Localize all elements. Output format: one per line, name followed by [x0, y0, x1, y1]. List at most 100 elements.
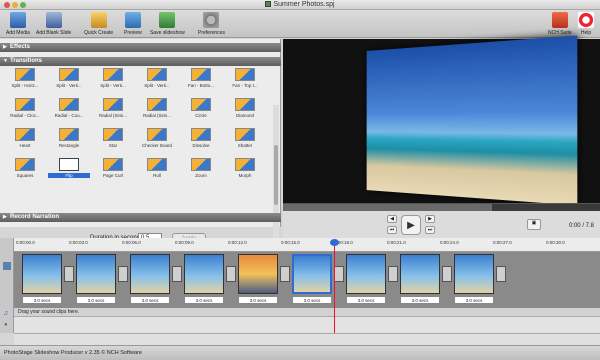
add-blank-slide-button[interactable]: Add Blank Slide	[36, 12, 71, 36]
slide-duration[interactable]: 3.0 secs	[454, 296, 494, 304]
transition-item[interactable]: Split - Horiz...	[4, 68, 46, 92]
play-button[interactable]: ▶	[401, 215, 421, 235]
transition-item[interactable]: Heart	[4, 128, 46, 152]
transition-item[interactable]: Split - Verti...	[92, 68, 134, 92]
record-narration-header[interactable]: ▶ Record Narration	[0, 213, 281, 222]
transition-item[interactable]: Zoom	[180, 158, 222, 182]
slide-thumbnail[interactable]	[346, 254, 386, 294]
nch-suite-button[interactable]: NCH Suite	[548, 12, 572, 36]
transition-item[interactable]: Circle	[180, 98, 222, 122]
transition-item[interactable]: Fan - Botto...	[180, 68, 222, 92]
transitions-scrollbar[interactable]	[273, 105, 279, 243]
transition-item[interactable]: Radial (Simi...	[92, 98, 134, 122]
transition-marker[interactable]	[64, 266, 74, 282]
ruler-tick-label: 0:00:15.0	[281, 240, 300, 245]
effects-header[interactable]: ▶ Effects	[0, 43, 281, 52]
slide-duration[interactable]: 3.0 secs	[22, 296, 62, 304]
narration-track-icon: ●	[4, 322, 8, 328]
slide-thumbnail[interactable]	[292, 254, 332, 294]
snapshot-button[interactable]: ▣	[527, 219, 541, 230]
transition-thumbnail	[191, 158, 211, 171]
timeline-scrollbar[interactable]	[14, 333, 600, 345]
prev-button[interactable]: ◀	[387, 215, 397, 223]
transitions-header[interactable]: ▼ Transitions	[0, 57, 281, 66]
transition-marker[interactable]	[172, 266, 182, 282]
ruler-tick-label: 0:00:06.0	[122, 240, 141, 245]
transition-label: Split - Horiz...	[11, 83, 39, 88]
transition-marker[interactable]	[118, 266, 128, 282]
preview-progress-bar[interactable]	[283, 203, 600, 211]
transition-label: Fan - Top t...	[232, 83, 258, 88]
transition-marker[interactable]	[388, 266, 398, 282]
timeline-playhead[interactable]	[334, 241, 335, 333]
transition-item[interactable]: Radial - Cloc...	[4, 98, 46, 122]
transition-marker[interactable]	[226, 266, 236, 282]
transition-thumbnail	[147, 98, 167, 111]
help-button[interactable]: Help	[578, 12, 594, 36]
scroll-thumb[interactable]	[274, 145, 278, 205]
transition-item[interactable]: Diamond	[224, 98, 266, 122]
slide-thumbnail[interactable]	[454, 254, 494, 294]
transition-item[interactable]: Dissolve	[180, 128, 222, 152]
transition-item[interactable]: Radial - Cou...	[48, 98, 90, 122]
transition-thumbnail	[191, 128, 211, 141]
status-bar: PhotoStage Slideshow Producer v 2.35 © N…	[0, 345, 600, 360]
transition-item[interactable]: Squares	[4, 158, 46, 182]
save-slideshow-button[interactable]: Save slideshow	[150, 12, 185, 36]
transition-thumbnail	[191, 68, 211, 81]
document-icon	[265, 1, 272, 7]
ruler-tick-label: 0:00:30.0	[546, 240, 565, 245]
transition-item[interactable]: Rectangle	[48, 128, 90, 152]
preferences-button[interactable]: Preferences	[198, 12, 225, 36]
preview-button[interactable]: Preview	[124, 12, 142, 36]
transition-item[interactable]: Radial (Simi...	[136, 98, 178, 122]
slide-duration[interactable]: 3.0 secs	[346, 296, 386, 304]
slide-thumbnail[interactable]	[238, 254, 278, 294]
slide-thumbnail[interactable]	[400, 254, 440, 294]
next-button[interactable]: ▶	[425, 215, 435, 223]
transition-marker[interactable]	[496, 266, 506, 282]
slide-duration[interactable]: 3.0 secs	[130, 296, 170, 304]
slide-duration[interactable]: 3.0 secs	[400, 296, 440, 304]
timeline-ruler[interactable]: 0:00:00.0 0:00:03.0 0:00:06.0 0:00:09.0 0:00…	[14, 238, 600, 252]
playhead-knob[interactable]	[330, 239, 339, 246]
transition-item[interactable]: Morph	[224, 158, 266, 182]
transition-item[interactable]: Star	[92, 128, 134, 152]
add-media-button[interactable]: Add Media	[6, 12, 30, 36]
transition-item[interactable]: Shatter	[224, 128, 266, 152]
transition-marker[interactable]	[280, 266, 290, 282]
end-button[interactable]: ⏭	[425, 226, 435, 234]
transition-item[interactable]: Page Curl	[92, 158, 134, 182]
ruler-tick-label: 0:00:21.0	[387, 240, 406, 245]
preferences-icon	[203, 12, 220, 28]
transition-label: Rectangle	[58, 143, 80, 148]
start-button[interactable]: ⏮	[387, 226, 397, 234]
slide-duration[interactable]: 3.0 secs	[238, 296, 278, 304]
preview-icon	[124, 12, 141, 28]
slide-duration[interactable]: 3.0 secs	[184, 296, 224, 304]
slide-duration[interactable]: 3.0 secs	[292, 296, 332, 304]
transition-item[interactable]: Fan - Top t...	[224, 68, 266, 92]
transition-marker[interactable]	[334, 266, 344, 282]
slide-duration[interactable]: 3.0 secs	[76, 296, 116, 304]
transition-item[interactable]: Roll	[136, 158, 178, 182]
ruler-tick-label: 0:00:00.0	[16, 240, 35, 245]
slide-thumbnail[interactable]	[184, 254, 224, 294]
transition-item[interactable]: Checker Board	[136, 128, 178, 152]
transition-item[interactable]: Flip	[48, 158, 90, 182]
slide-thumbnail[interactable]	[130, 254, 170, 294]
slide-thumbnail[interactable]	[76, 254, 116, 294]
slide-thumbnail[interactable]	[22, 254, 62, 294]
image-track-icon	[3, 262, 11, 270]
narration-track[interactable]	[14, 317, 600, 333]
quick-create-button[interactable]: Quick Create	[84, 12, 113, 36]
transition-thumbnail	[15, 128, 35, 141]
disclosure-icon: ▶	[3, 44, 7, 50]
audio-track[interactable]: Drag your sound clips here.	[14, 308, 600, 317]
transition-item[interactable]: Split - Verti...	[48, 68, 90, 92]
ruler-tick-label: 0:00:12.0	[228, 240, 247, 245]
transition-label: Roll	[153, 173, 161, 178]
audio-track-icon: ♫	[3, 310, 9, 317]
transition-item[interactable]: Split - Verti...	[136, 68, 178, 92]
transition-marker[interactable]	[442, 266, 452, 282]
